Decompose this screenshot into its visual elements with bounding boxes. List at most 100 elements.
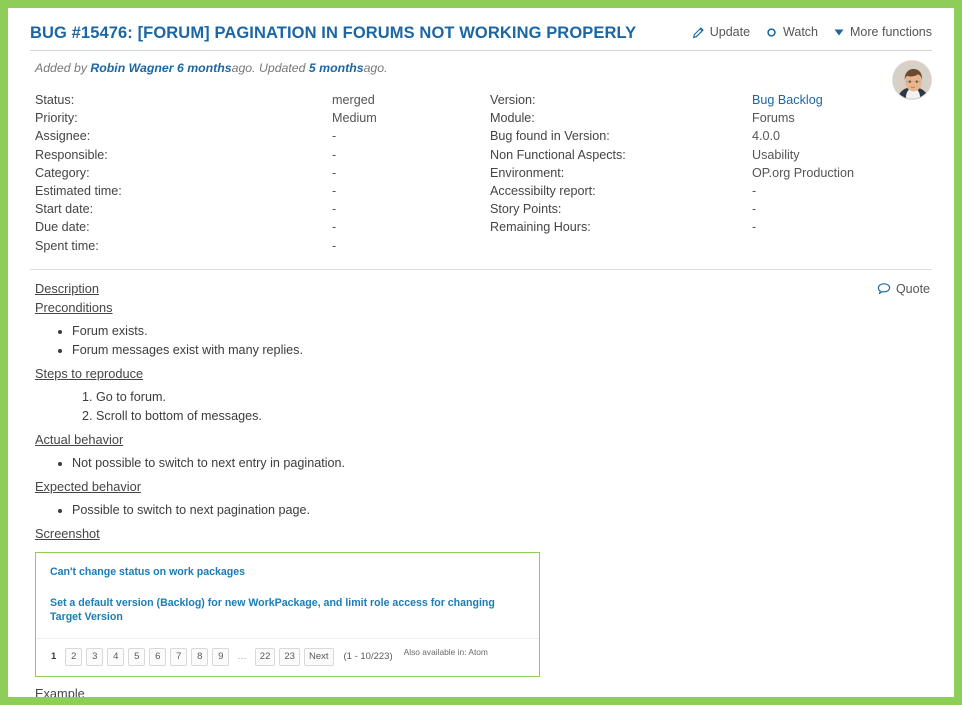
watch-button[interactable]: Watch xyxy=(765,25,818,39)
pencil-icon xyxy=(692,26,705,39)
quote-label: Quote xyxy=(895,281,930,296)
atom-feed-link[interactable]: Atom xyxy=(468,647,488,657)
byline-updated-prefix: Updated xyxy=(258,61,306,75)
steps-heading: Steps to reproduce xyxy=(35,365,144,381)
attribute-value: Usability xyxy=(752,147,800,162)
attribute-label: Status: xyxy=(35,93,75,107)
attribute-value: - xyxy=(332,165,337,180)
preconditions-list: Forum exists. Forum messages exist with … xyxy=(30,322,932,360)
attribute-label: Due date: xyxy=(35,220,90,235)
avatar[interactable] xyxy=(892,60,932,100)
pagination-range: (1 - 10/223) xyxy=(343,651,393,663)
speech-bubble-icon xyxy=(877,282,891,295)
byline-updated-suffix: ago. xyxy=(363,61,388,75)
attribute-labels-right: Version: Module: Bug found in Version: N… xyxy=(490,91,752,255)
description-header-row: Description Quote xyxy=(30,280,932,298)
attribute-label: Accessibilty report: xyxy=(490,183,596,198)
attribute-label: Assignee: xyxy=(35,129,91,144)
example-heading: Example xyxy=(35,685,85,701)
attribute-label: Start date: xyxy=(35,202,94,217)
attribute-label: Responsible: xyxy=(35,147,108,162)
list-item: Not possible to switch to next entry in … xyxy=(72,454,932,473)
attribute-values-left: merged Medium - - - - - - - xyxy=(332,91,377,255)
pagination-bar: 1 2 3 4 5 6 7 8 9 … 22 23 Next (1 - 10/2… xyxy=(36,639,539,676)
more-functions-label: More functions xyxy=(850,25,932,39)
pagination-ellipsis: … xyxy=(237,651,247,663)
steps-list: Go to forum. Scroll to bottom of message… xyxy=(30,388,932,426)
page-button[interactable]: 7 xyxy=(170,647,188,666)
work-package-header: BUG #15476: [FORUM] PAGINATION IN FORUMS… xyxy=(30,20,932,51)
expected-behavior-heading: Expected behavior xyxy=(35,478,141,494)
attribute-label: Spent time: xyxy=(35,238,99,253)
byline: Added by Robin Wagner 6 monthsago. Updat… xyxy=(35,61,932,75)
attribute-value: OP.org Production xyxy=(752,165,854,180)
attribute-label: Category: xyxy=(35,165,90,180)
attribute-label: Story Points: xyxy=(490,202,562,217)
attribute-values-right: Bug Backlog Forums 4.0.0 Usability OP.or… xyxy=(752,91,854,255)
page-button[interactable]: 8 xyxy=(191,647,209,666)
attribute-value: - xyxy=(332,147,337,162)
also-available-in: Also available in: Atom xyxy=(404,647,488,657)
work-package-page: BUG #15476: [FORUM] PAGINATION IN FORUMS… xyxy=(8,8,954,697)
embedded-screenshot-body: Can't change status on work packages Set… xyxy=(36,553,539,638)
attribute-value: - xyxy=(332,220,337,235)
update-label: Update xyxy=(709,25,751,39)
author-link[interactable]: Robin Wagner xyxy=(90,61,173,75)
also-available-label: Also available in: xyxy=(403,646,467,657)
list-item: Possible to switch to next pagination pa… xyxy=(72,501,932,520)
more-functions-button[interactable]: More functions xyxy=(833,25,932,39)
attribute-value: - xyxy=(752,202,757,217)
attribute-labels-left: Status: Priority: Assignee: Responsible:… xyxy=(35,91,332,255)
page-button[interactable]: 6 xyxy=(149,647,167,666)
page-button[interactable]: 9 xyxy=(212,647,230,666)
page-button[interactable]: 5 xyxy=(128,647,146,666)
attribute-label: Priority: xyxy=(35,111,78,126)
eye-icon xyxy=(765,26,778,39)
created-ago-link[interactable]: 6 months xyxy=(177,61,232,75)
attributes-column-left: Status: Priority: Assignee: Responsible:… xyxy=(35,91,490,255)
updated-ago-link[interactable]: 5 months xyxy=(309,61,364,75)
expected-behavior-list: Possible to switch to next pagination pa… xyxy=(30,501,932,520)
attributes-table: Status: Priority: Assignee: Responsible:… xyxy=(35,91,932,255)
attribute-value: merged xyxy=(332,93,375,107)
attribute-label: Bug found in Version: xyxy=(490,129,610,144)
embedded-link[interactable]: Set a default version (Backlog) for new … xyxy=(50,596,525,624)
byline-created-suffix: ago. xyxy=(231,61,256,75)
update-button[interactable]: Update xyxy=(692,25,750,39)
page-title: BUG #15476: [FORUM] PAGINATION IN FORUMS… xyxy=(30,24,637,42)
page-button[interactable]: 23 xyxy=(279,647,300,666)
page-button[interactable]: 3 xyxy=(86,647,104,666)
attribute-value-version: Bug Backlog xyxy=(752,91,854,109)
embedded-link[interactable]: Can't change status on work packages xyxy=(50,565,525,579)
version-link[interactable]: Bug Backlog xyxy=(752,93,823,107)
list-item: Forum messages exist with many replies. xyxy=(72,341,932,360)
next-page-button[interactable]: Next xyxy=(303,647,334,666)
byline-added-prefix: Added by xyxy=(35,61,87,75)
page-button[interactable]: 22 xyxy=(254,647,276,666)
page-button[interactable]: 2 xyxy=(65,647,83,666)
description-heading: Description xyxy=(35,280,100,296)
attribute-value: Forums xyxy=(752,111,795,126)
page-button[interactable]: 4 xyxy=(107,647,125,666)
attribute-value: - xyxy=(752,183,757,198)
list-item: Forum exists. xyxy=(72,322,932,341)
quote-button[interactable]: Quote xyxy=(877,282,930,296)
attribute-value: - xyxy=(332,183,337,198)
header-actions: Update Watch More functions xyxy=(692,25,932,39)
attribute-label: Version: xyxy=(490,93,536,107)
watch-label: Watch xyxy=(783,25,819,39)
screenshot-heading: Screenshot xyxy=(35,525,100,541)
attribute-value: - xyxy=(752,220,757,235)
section-divider xyxy=(30,268,932,270)
avatar-wrap[interactable] xyxy=(892,60,932,100)
attribute-value: - xyxy=(332,129,337,144)
preconditions-heading: Preconditions xyxy=(35,299,113,315)
page-button-current[interactable]: 1 xyxy=(46,648,61,666)
list-item: Go to forum. xyxy=(96,388,932,407)
actual-behavior-list: Not possible to switch to next entry in … xyxy=(30,454,932,473)
page-frame: BUG #15476: [FORUM] PAGINATION IN FORUMS… xyxy=(0,0,962,705)
attribute-value: - xyxy=(332,238,337,253)
embedded-screenshot: Can't change status on work packages Set… xyxy=(35,551,540,677)
list-item: Scroll to bottom of messages. xyxy=(96,407,932,426)
attribute-label: Estimated time: xyxy=(35,183,122,198)
